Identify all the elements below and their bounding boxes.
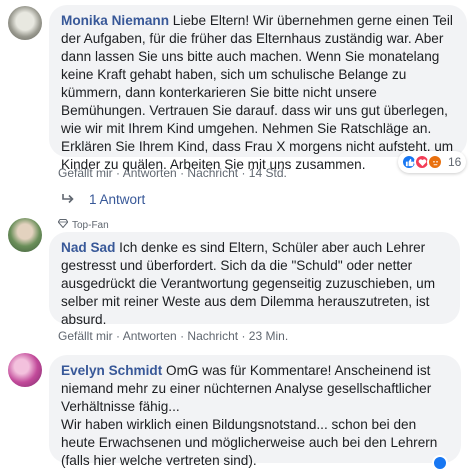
separator: · [180, 329, 185, 343]
comment-bubble: Evelyn Schmidt OmG was für Kommentare! A… [49, 355, 461, 468]
message-button[interactable]: Nachricht [187, 329, 238, 343]
avatar-monika-niemann[interactable] [8, 6, 42, 40]
comment-text: OmG was für Kommentare! Anscheinend ist … [61, 363, 438, 468]
like-button[interactable]: Gefällt mir [58, 329, 113, 343]
reply-arrow-icon [62, 192, 75, 207]
comment-bubble: Nad Sad Ich denke es sind Eltern, Schüle… [49, 232, 460, 327]
avatar-nad-sad[interactable] [8, 218, 42, 252]
separator: · [116, 329, 121, 343]
comment-author[interactable]: Nad Sad [61, 240, 115, 255]
reaction-summary[interactable]: 16 [398, 151, 467, 173]
like-icon[interactable] [432, 455, 448, 471]
view-replies-link[interactable]: 1 Antwort [62, 192, 145, 207]
separator: · [116, 166, 121, 180]
badge-label: Top-Fan [72, 219, 109, 231]
diamond-icon [57, 219, 69, 231]
like-button[interactable]: Gefällt mir [58, 166, 113, 180]
comment-actions: Gefällt mir · Antworten · Nachricht · 23… [58, 329, 288, 343]
reply-button[interactable]: Antworten [123, 166, 177, 180]
reply-button[interactable]: Antworten [123, 329, 177, 343]
comment-author[interactable]: Monika Niemann [61, 13, 169, 28]
avatar-evelyn-schmidt[interactable] [8, 353, 42, 387]
timestamp[interactable]: 14 Std. [249, 166, 287, 180]
comment-text: Liebe Eltern! Wir übernehmen gerne einen… [61, 13, 454, 172]
reaction-count: 16 [448, 155, 462, 169]
comment-bubble: Monika Niemann Liebe Eltern! Wir überneh… [49, 5, 467, 172]
comment-actions: Gefällt mir · Antworten · Nachricht · 14… [58, 166, 287, 180]
message-button[interactable]: Nachricht [187, 166, 238, 180]
separator: · [241, 329, 246, 343]
separator: · [241, 166, 246, 180]
comment-text: Ich denke es sind Eltern, Schüler aber a… [61, 240, 436, 327]
replies-count[interactable]: 1 Antwort [89, 192, 145, 207]
separator: · [180, 166, 185, 180]
timestamp[interactable]: 23 Min. [249, 329, 288, 343]
comment-author[interactable]: Evelyn Schmidt [61, 363, 162, 378]
angry-icon [427, 154, 443, 170]
top-fan-badge: Top-Fan [57, 219, 109, 231]
